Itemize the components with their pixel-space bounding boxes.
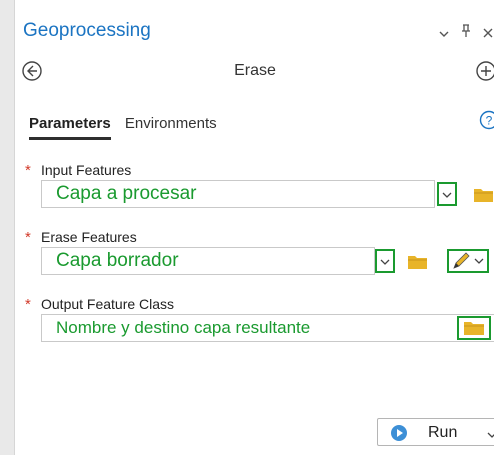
help-icon[interactable]: ? — [479, 110, 494, 130]
run-label: Run — [428, 424, 458, 441]
close-icon[interactable] — [483, 25, 493, 41]
required-marker: * — [25, 296, 31, 313]
param-input-features: * Input Features Capa a procesar — [15, 162, 494, 222]
required-marker: * — [25, 162, 31, 179]
run-button[interactable]: Run — [377, 418, 494, 446]
param-output-feature-class: * Output Feature Class Nombre y destino … — [15, 296, 494, 356]
erase-features-dropdown[interactable] — [375, 249, 395, 273]
output-feature-class-label: Output Feature Class — [41, 296, 175, 312]
output-browse-button[interactable] — [457, 316, 491, 340]
output-feature-class-field[interactable]: Nombre y destino capa resultante — [41, 314, 494, 342]
tool-name: Erase — [234, 62, 276, 79]
erase-features-label: Erase Features — [41, 229, 137, 245]
tab-parameters[interactable]: Parameters — [29, 115, 111, 140]
param-erase-features: * Erase Features Capa borrador — [15, 229, 494, 289]
folder-icon[interactable] — [407, 254, 429, 270]
pane-controls — [431, 24, 493, 41]
chevron-down-icon[interactable] — [486, 427, 494, 438]
svg-text:?: ? — [486, 114, 493, 128]
tab-environments[interactable]: Environments — [125, 115, 217, 132]
add-icon[interactable] — [475, 60, 494, 82]
erase-features-field[interactable]: Capa borrador — [41, 247, 375, 275]
tab-bar: Parameters Environments — [29, 115, 227, 140]
required-marker: * — [25, 229, 31, 246]
background-strip — [0, 0, 14, 455]
sketch-features-button[interactable] — [447, 249, 489, 273]
folder-icon[interactable] — [473, 187, 494, 203]
pane-title: Geoprocessing — [23, 20, 151, 41]
input-features-label: Input Features — [41, 162, 132, 178]
chevron-down-icon[interactable] — [439, 25, 449, 41]
input-features-field[interactable]: Capa a procesar — [41, 180, 435, 208]
play-icon — [390, 424, 408, 442]
tool-header: Erase — [15, 60, 494, 86]
input-features-dropdown[interactable] — [437, 182, 457, 206]
pin-icon[interactable] — [461, 24, 471, 41]
geoprocessing-pane: Geoprocessing Erase Parameters Environme… — [14, 0, 494, 455]
